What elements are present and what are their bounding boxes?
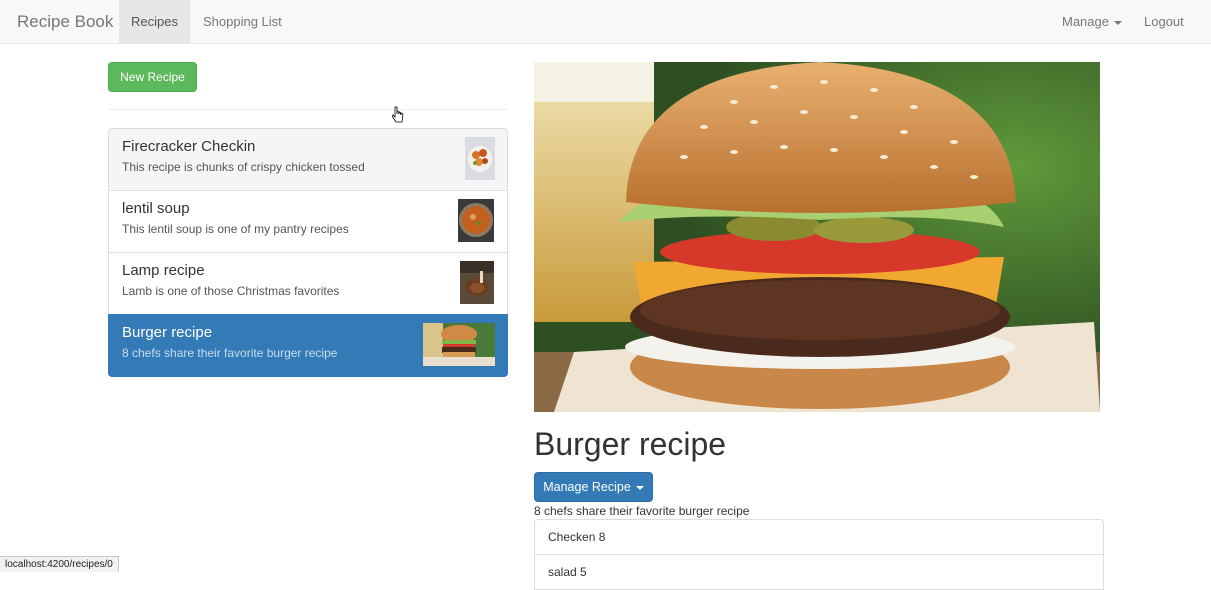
burger-thumbnail: [423, 323, 495, 366]
recipe-hero-image: [534, 62, 1100, 412]
recipe-item-title: Lamp recipe: [122, 262, 205, 279]
brand-link[interactable]: Recipe Book: [17, 12, 113, 32]
recipe-item-description: 8 chefs share their favorite burger reci…: [122, 346, 338, 360]
ingredient-item: salad 5: [534, 554, 1104, 590]
lamb-dish-thumbnail: [460, 261, 494, 304]
recipe-item-title: Burger recipe: [122, 324, 213, 341]
manage-recipe-button[interactable]: Manage Recipe: [534, 472, 653, 502]
manage-dropdown[interactable]: Manage: [1062, 0, 1122, 44]
recipe-detail-description: 8 chefs share their favorite burger reci…: [534, 504, 750, 518]
divider: [108, 109, 508, 110]
logout-link[interactable]: Logout: [1144, 0, 1184, 44]
caret-down-icon: [635, 485, 644, 490]
ingredient-list: Checken 8 salad 5: [534, 519, 1104, 590]
chicken-dish-thumbnail: [465, 137, 495, 180]
recipe-list-item[interactable]: lentil soup This lentil soup is one of m…: [108, 190, 508, 253]
recipe-list-item[interactable]: Firecracker Checkin This recipe is chunk…: [108, 128, 508, 191]
recipe-detail-title: Burger recipe: [534, 426, 727, 462]
recipe-item-description: Lamb is one of those Christmas favorites: [122, 284, 340, 298]
manage-recipe-label: Manage Recipe: [543, 480, 631, 494]
recipe-list: Firecracker Checkin This recipe is chunk…: [108, 128, 508, 377]
manage-label: Manage: [1062, 14, 1109, 29]
new-recipe-button[interactable]: New Recipe: [108, 62, 197, 92]
recipe-list-item[interactable]: Lamp recipe Lamb is one of those Christm…: [108, 252, 508, 315]
ingredient-item: Checken 8: [534, 519, 1104, 555]
nav-shopping-list[interactable]: Shopping List: [203, 0, 282, 44]
navbar: Recipe Book Recipes Shopping List Manage…: [0, 0, 1211, 44]
recipe-item-title: Firecracker Checkin: [122, 138, 256, 155]
recipe-item-description: This recipe is chunks of crispy chicken …: [122, 160, 365, 174]
caret-down-icon: [1113, 20, 1122, 25]
recipe-item-title: lentil soup: [122, 200, 190, 217]
recipe-list-item-selected[interactable]: Burger recipe 8 chefs share their favori…: [108, 314, 508, 377]
soup-bowl-thumbnail: [458, 199, 494, 242]
browser-status-url: localhost:4200/recipes/0: [0, 556, 119, 572]
hand-cursor-icon: [392, 106, 404, 123]
recipe-item-description: This lentil soup is one of my pantry rec…: [122, 222, 349, 236]
nav-recipes[interactable]: Recipes: [119, 0, 190, 44]
